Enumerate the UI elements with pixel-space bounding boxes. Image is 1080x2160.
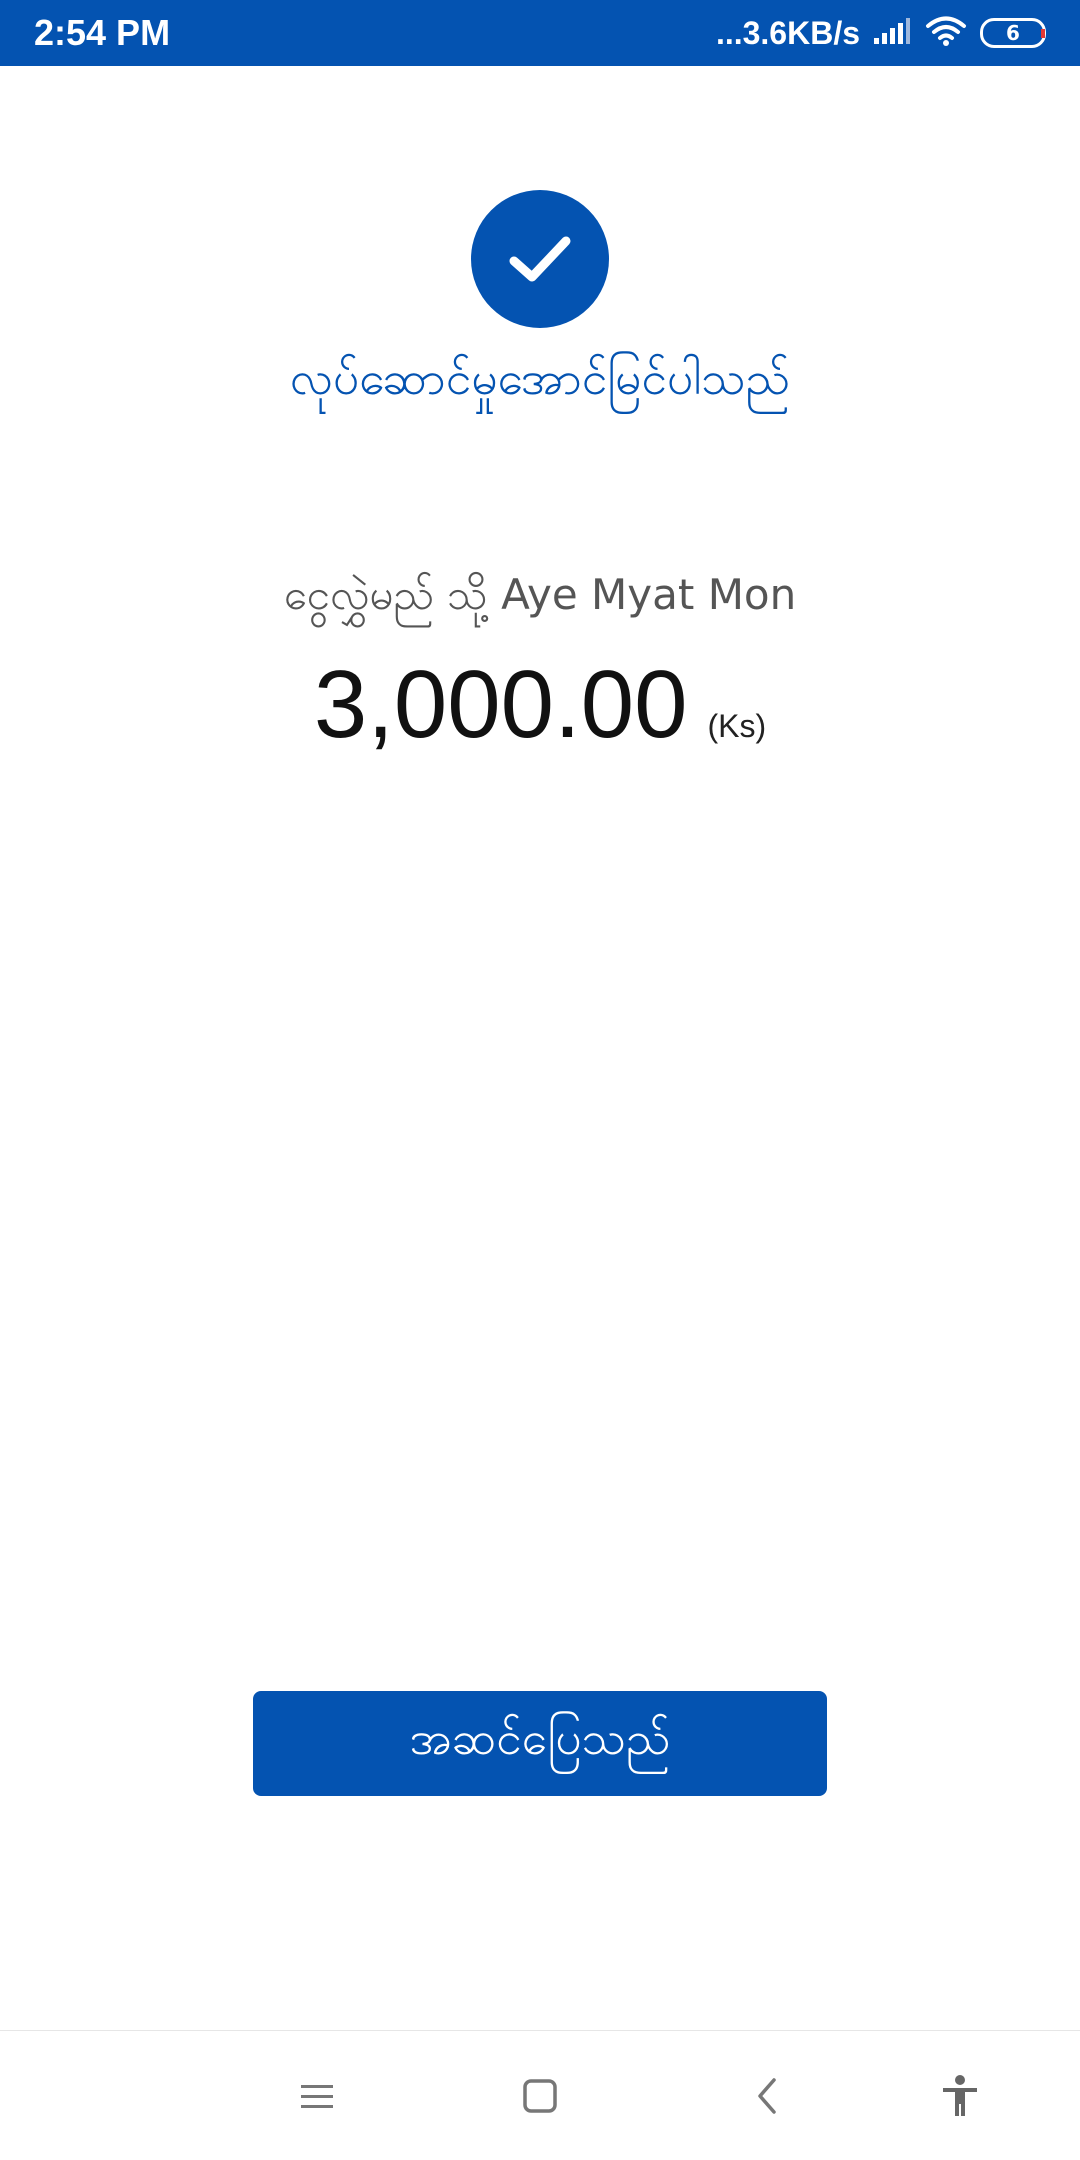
amount-row: 3,000.00 (Ks)	[0, 650, 1080, 760]
signal-icon	[872, 16, 912, 50]
battery-icon: 6	[980, 18, 1046, 48]
amount-currency: (Ks)	[707, 708, 767, 744]
done-button[interactable]: အဆင်ပြေသည်	[253, 1691, 827, 1796]
menu-icon[interactable]	[282, 2061, 352, 2131]
status-indicators: ...3.6KB/s 6	[716, 13, 1046, 53]
accessibility-icon[interactable]	[925, 2061, 995, 2131]
amount-value: 3,000.00	[313, 651, 688, 758]
home-icon[interactable]	[505, 2061, 575, 2131]
status-bar: 2:54 PM ...3.6KB/s 6	[0, 0, 1080, 66]
back-icon[interactable]	[732, 2061, 802, 2131]
check-icon	[471, 190, 609, 328]
navigation-bar	[0, 2030, 1080, 2160]
recipient-line: ငွေလွှဲမည် သို့ Aye Myat Mon	[283, 570, 797, 619]
success-message: လုပ်ဆောင်မှုအောင်မြင်ပါသည်	[289, 351, 791, 405]
status-time: 2:54 PM	[34, 12, 171, 53]
network-speed: ...3.6KB/s	[715, 15, 860, 51]
wifi-icon	[924, 15, 968, 51]
